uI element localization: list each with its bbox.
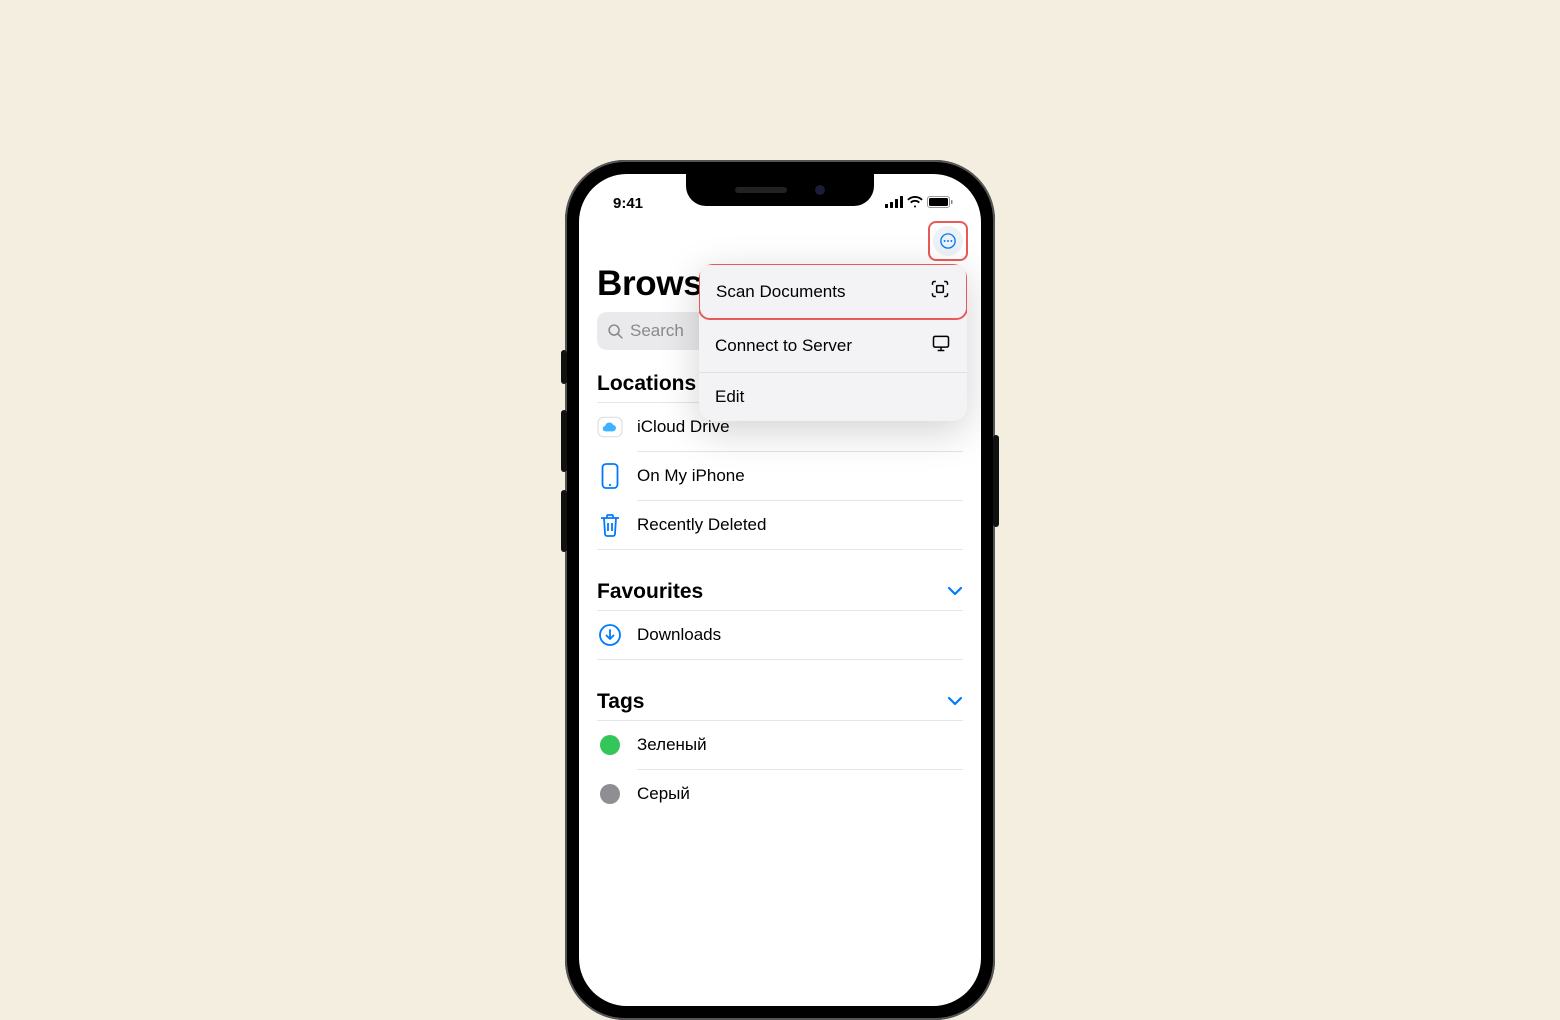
menu-item-label: Edit	[715, 387, 744, 407]
tag-dot-icon	[600, 784, 620, 804]
location-on-my-iphone[interactable]: On My iPhone	[597, 452, 963, 500]
list-item-label: Downloads	[637, 625, 721, 645]
menu-connect-to-server[interactable]: Connect to Server	[699, 319, 967, 373]
tag-dot-icon	[600, 735, 620, 755]
more-button[interactable]	[933, 226, 963, 256]
display-icon	[931, 333, 951, 358]
menu-edit[interactable]: Edit	[699, 373, 967, 421]
status-time: 9:41	[613, 195, 643, 212]
section-title: Locations	[597, 372, 696, 396]
cloud-icon	[597, 414, 623, 440]
search-placeholder: Search	[630, 321, 684, 341]
cellular-icon	[885, 195, 903, 212]
download-icon	[597, 623, 623, 647]
front-camera	[815, 185, 825, 195]
tags-header[interactable]: Tags	[597, 690, 963, 720]
notch	[686, 174, 874, 206]
volume-down-button	[561, 490, 567, 552]
scan-icon	[930, 279, 950, 304]
phone-frame: 9:41 Bro	[565, 160, 995, 1020]
tag-grey[interactable]: Серый	[597, 770, 963, 818]
chevron-down-icon	[947, 583, 963, 601]
search-icon	[607, 323, 624, 340]
screen: 9:41 Bro	[579, 174, 981, 1006]
volume-up-button	[561, 410, 567, 472]
chevron-down-icon	[947, 693, 963, 711]
more-popover: Scan Documents Connect to Server Edit	[699, 264, 967, 421]
section-title: Tags	[597, 690, 644, 714]
iphone-icon	[597, 463, 623, 489]
list-item-label: Серый	[637, 784, 690, 804]
tag-green[interactable]: Зеленый	[597, 721, 963, 769]
favourites-header[interactable]: Favourites	[597, 580, 963, 610]
ellipsis-icon	[939, 232, 957, 250]
speaker-grille	[735, 187, 787, 193]
menu-item-label: Connect to Server	[715, 336, 852, 356]
section-title: Favourites	[597, 580, 703, 604]
mute-switch	[561, 350, 567, 384]
battery-icon	[927, 195, 953, 212]
list-item-label: Recently Deleted	[637, 515, 766, 535]
power-button	[993, 435, 999, 527]
list-item-label: On My iPhone	[637, 466, 745, 486]
list-item-label: Зеленый	[637, 735, 707, 755]
menu-scan-documents[interactable]: Scan Documents	[699, 264, 967, 320]
wifi-icon	[907, 195, 923, 212]
nav-bar	[579, 218, 981, 264]
menu-item-label: Scan Documents	[716, 282, 845, 302]
location-recently-deleted[interactable]: Recently Deleted	[597, 501, 963, 549]
favourite-downloads[interactable]: Downloads	[597, 611, 963, 659]
trash-icon	[597, 513, 623, 537]
